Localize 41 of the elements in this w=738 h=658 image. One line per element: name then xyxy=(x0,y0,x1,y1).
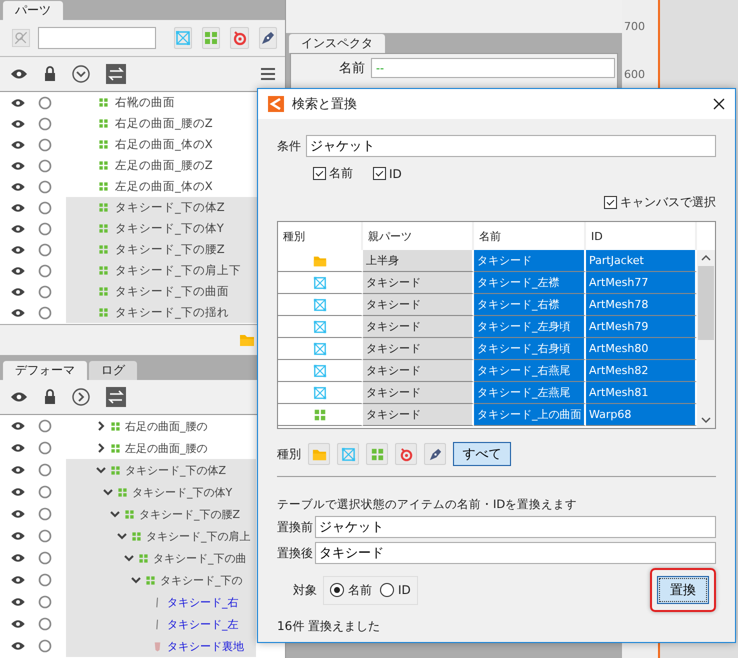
field-label: 条件 xyxy=(277,138,301,154)
field-label: 対象 xyxy=(292,582,317,598)
status-text: 16件 置換えました xyxy=(277,618,382,635)
table-cell: 上半身 xyxy=(363,250,474,272)
item-label: タキシード_下の曲 xyxy=(153,550,246,566)
item-label: タキシード_下の腰Z xyxy=(139,506,240,522)
item-label: 右足の曲面_腰の xyxy=(125,418,208,434)
item-label: タキシード_下の xyxy=(160,572,242,588)
item-label: タキシード_下の体Y xyxy=(115,221,224,236)
table-cell: タキシード xyxy=(363,382,474,404)
field-label: 種別 xyxy=(277,446,301,462)
item-label: タキシード_下の体Z xyxy=(115,200,225,215)
item-label: タキシード_下の腰Z xyxy=(115,242,225,257)
item-label: 左足の曲面_腰の xyxy=(125,440,208,456)
item-label: タキシード_下の肩上 xyxy=(146,528,250,544)
item-label: タキシード_下の肩上下 xyxy=(115,263,241,278)
item-label: 右靴の曲面 xyxy=(115,95,175,110)
table-cell: タキシード xyxy=(363,338,474,360)
item-label: 右足の曲面_腰のZ xyxy=(115,116,213,131)
field-label: 置換前 xyxy=(277,518,313,536)
dialog-title: 検索と置換 xyxy=(292,96,357,113)
field-label: 名前 xyxy=(339,60,365,77)
ruler-label: 700 xyxy=(623,20,646,33)
item-label: 左足の曲面_腰のZ xyxy=(115,158,213,173)
item-label: タキシード_左 xyxy=(167,616,238,632)
item-label: タキシード_右 xyxy=(167,594,238,610)
table-cell: タキシード xyxy=(363,272,474,294)
table-cell: タキシード xyxy=(363,404,474,426)
table-cell: タキシード xyxy=(363,316,474,338)
description-text: テーブルで選択状態のアイテムの名前・IDを置換えます xyxy=(277,497,578,512)
item-label: 右足の曲面_体のX xyxy=(115,137,213,152)
item-label: タキシード裏地 xyxy=(167,638,244,654)
table-cell: タキシード xyxy=(363,294,474,316)
ruler-label: 600 xyxy=(623,68,646,81)
table-cell: タキシード xyxy=(363,360,474,382)
field-label: 置換後 xyxy=(277,544,313,562)
item-label: タキシード_下の揺れ xyxy=(115,305,229,320)
item-label: タキシード_下の曲面 xyxy=(115,284,229,299)
item-label: タキシード_下の体Y xyxy=(132,484,232,500)
item-label: タキシード_下の体Z xyxy=(125,462,226,478)
item-label: 左足の曲面_体のX xyxy=(115,179,213,194)
